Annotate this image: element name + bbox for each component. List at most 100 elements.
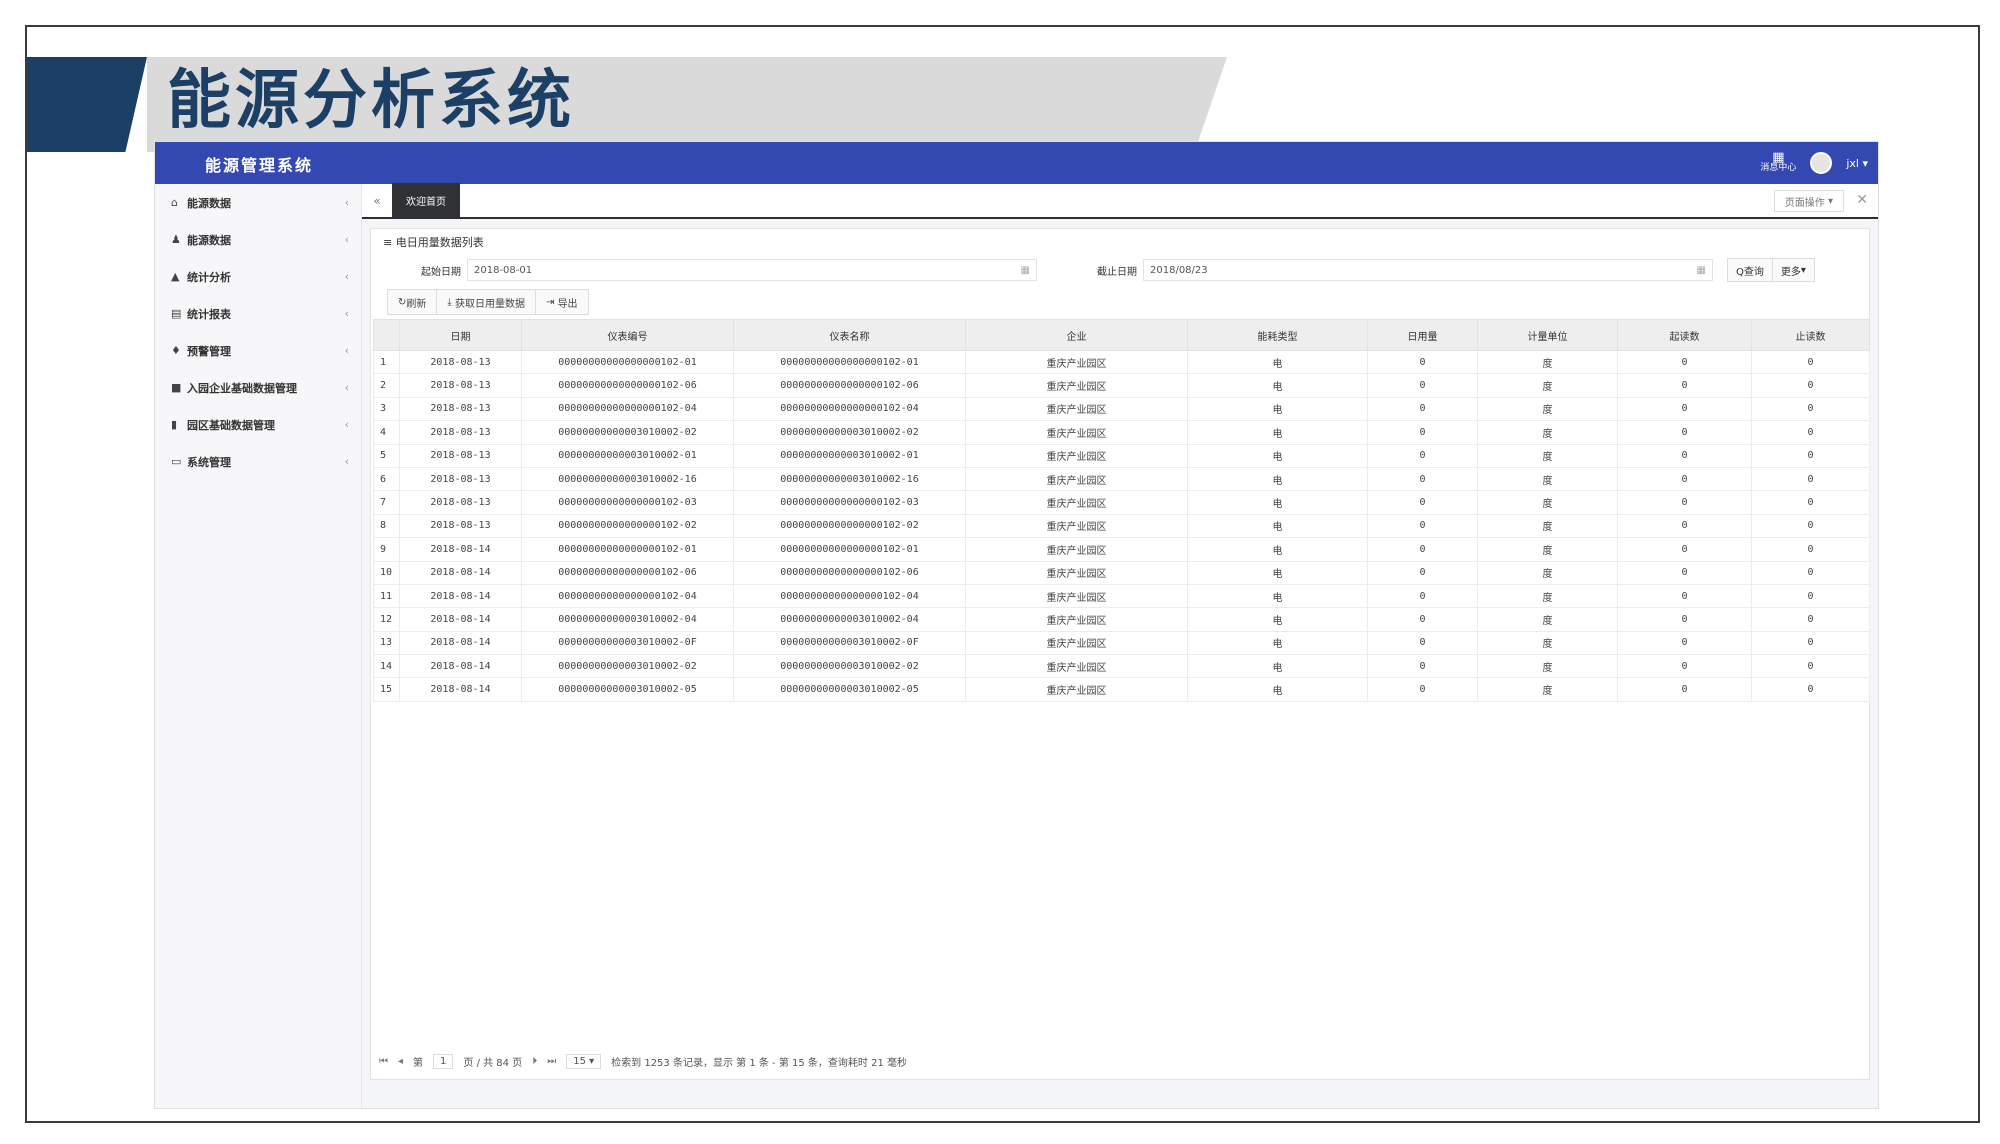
table-cell: 2018-08-13 — [399, 349, 522, 375]
column-header[interactable]: 企业 — [965, 319, 1188, 351]
column-header[interactable]: 止读数 — [1751, 319, 1870, 351]
folder-icon: ■ — [171, 381, 182, 394]
tab-scroll-left-button[interactable]: « — [362, 194, 392, 208]
sidebar-item[interactable]: ▲ 统计分析 ‹ — [155, 258, 361, 295]
table-cell: 00000000000000000102-06 — [521, 373, 734, 398]
table-cell: 重庆产业园区 — [965, 630, 1188, 656]
table-cell: 0 — [1751, 466, 1870, 492]
tab-welcome[interactable]: 欢迎首页 — [392, 183, 460, 218]
table-row[interactable]: 12 2018-08-14 00000000000003010002-04 00000… — [373, 607, 1870, 632]
sidebar-item[interactable]: ⌂ 能源数据 ‹ — [155, 184, 361, 221]
sidebar: ⌂ 能源数据 ‹ ♟ 能源数据 ‹ ▲ 统计分析 ‹ ▤ 统计报表 ‹ ♦ 预警管理 ‹ ■ 入园企业基础数据管… — [155, 184, 362, 1108]
sidebar-item[interactable]: ▤ 统计报表 ‹ — [155, 295, 361, 332]
table-cell: 0 — [1617, 607, 1752, 632]
column-header[interactable]: 仪表名称 — [733, 319, 966, 351]
sidebar-item[interactable]: ■ 入园企业基础数据管理 ‹ — [155, 369, 361, 406]
calendar-icon[interactable]: ▦ — [1697, 265, 1706, 276]
table-cell: 0 — [1617, 630, 1752, 656]
table-cell: 0 — [1751, 373, 1870, 398]
table-cell: 2 — [373, 373, 400, 398]
table-cell: 0 — [1751, 513, 1870, 539]
end-date-input[interactable]: 2018/08/23 ▦ — [1143, 259, 1713, 281]
panel-title: ≡ 电日用量数据列表 — [371, 229, 1869, 255]
table-cell: 重庆产业园区 — [965, 349, 1188, 375]
table-cell: 2018-08-13 — [399, 490, 522, 515]
chevron-left-icon: ‹ — [344, 381, 349, 394]
sidebar-item[interactable]: ▮ 园区基础数据管理 ‹ — [155, 406, 361, 443]
table-row[interactable]: 3 2018-08-13 00000000000000000102-04 000000… — [373, 396, 1870, 422]
end-date-label: 截止日期 — [1097, 266, 1137, 278]
table-row[interactable]: 15 2018-08-14 00000000000003010002-05 00000… — [373, 677, 1870, 702]
sidebar-item[interactable]: ▭ 系统管理 ‹ — [155, 443, 361, 480]
table-cell: 0 — [1751, 443, 1870, 468]
next-page-icon[interactable]: ⏵ — [532, 1056, 537, 1067]
table-row[interactable]: 9 2018-08-14 00000000000000000102-01 000000… — [373, 537, 1870, 562]
more-button[interactable]: 更多 ▾ — [1771, 258, 1815, 282]
panel-title-text: 电日用量数据列表 — [395, 236, 484, 249]
table-row[interactable]: 2 2018-08-13 00000000000000000102-06 000000… — [373, 373, 1870, 398]
table-cell: 2018-08-14 — [399, 630, 522, 656]
more-label: 更多 — [1780, 266, 1801, 278]
column-header[interactable]: 起读数 — [1617, 319, 1752, 351]
table-row[interactable]: 13 2018-08-14 00000000000003010002-0F 00000… — [373, 630, 1870, 656]
last-page-icon[interactable]: ⏭ — [547, 1056, 556, 1067]
prev-page-icon[interactable]: ◂ — [398, 1056, 403, 1067]
table-cell: 00000000000003010002-16 — [733, 466, 966, 492]
column-header[interactable] — [373, 319, 400, 351]
sidebar-item[interactable]: ♦ 预警管理 ‹ — [155, 332, 361, 369]
sidebar-item[interactable]: ♟ 能源数据 ‹ — [155, 221, 361, 258]
table-cell: 0 — [1751, 396, 1870, 422]
table-cell: 00000000000003010002-01 — [733, 443, 966, 468]
column-header[interactable]: 能耗类型 — [1187, 319, 1368, 351]
table-row[interactable]: 1 2018-08-13 00000000000000000102-01 000000… — [373, 349, 1870, 375]
table-body: 1 2018-08-13 00000000000000000102-01 000000… — [373, 349, 1870, 702]
calendar-icon[interactable]: ▦ — [1021, 265, 1030, 276]
table-cell: 0 — [1367, 396, 1478, 422]
message-center-button[interactable]: ▦ 消息中心 — [1760, 151, 1796, 173]
table-cell: 重庆产业园区 — [965, 466, 1188, 492]
page-size-select[interactable]: 15 ▾ — [566, 1053, 602, 1069]
table-row[interactable]: 5 2018-08-13 00000000000003010002-01 000000… — [373, 443, 1870, 468]
app-window: 能源管理系统 ▦ 消息中心 jxl ▾ ⌂ 能源数据 ‹ ♟ 能源数据 ‹ ▲ 统计分析 ‹ ▤ 统… — [154, 141, 1879, 1109]
first-page-icon[interactable]: ⏮ — [379, 1056, 388, 1067]
table-cell: 00000000000003010002-16 — [521, 466, 734, 492]
filter-row: 起始日期 2018-08-01 ▦ 截止日期 2018/08/23 ▦ Q查询 … — [371, 255, 1869, 285]
page-ops-dropdown[interactable]: 页面操作 ▾ — [1773, 190, 1844, 212]
fetch-daily-data-button[interactable]: ⤓ 获取日用量数据 — [436, 289, 536, 315]
table-cell: 00000000000000000102-03 — [733, 490, 966, 515]
query-button[interactable]: Q查询 — [1727, 258, 1773, 282]
table-cell: 度 — [1477, 583, 1618, 609]
toolbar: ↻ 刷新 ⤓ 获取日用量数据 ⇥ 导出 — [371, 285, 1869, 319]
table-row[interactable]: 7 2018-08-13 00000000000000000102-03 000000… — [373, 490, 1870, 515]
avatar[interactable] — [1810, 152, 1833, 174]
column-header[interactable]: 仪表编号 — [521, 319, 734, 351]
table-row[interactable]: 8 2018-08-13 00000000000000000102-02 000000… — [373, 513, 1870, 539]
page-number-input[interactable]: 1 — [433, 1053, 454, 1069]
bell-icon: ♦ — [171, 344, 181, 357]
table-row[interactable]: 6 2018-08-13 00000000000003010002-16 000000… — [373, 466, 1870, 492]
title-band-accent — [27, 57, 147, 152]
table-row[interactable]: 11 2018-08-14 00000000000000000102-04 00000… — [373, 583, 1870, 609]
table-cell: 重庆产业园区 — [965, 420, 1188, 445]
table-cell: 00000000000000000102-04 — [521, 396, 734, 422]
table-row[interactable]: 10 2018-08-14 00000000000000000102-06 00000… — [373, 560, 1870, 585]
export-button[interactable]: ⇥ 导出 — [535, 289, 589, 315]
table-cell: 0 — [1367, 349, 1478, 375]
table-row[interactable]: 14 2018-08-14 00000000000003010002-02 00000… — [373, 654, 1870, 679]
sidebar-item-label: 预警管理 — [187, 344, 231, 358]
column-header[interactable]: 日用量 — [1367, 319, 1478, 351]
table-cell: 电 — [1187, 654, 1368, 679]
table-cell: 7 — [373, 490, 400, 515]
table-row[interactable]: 4 2018-08-13 00000000000003010002-02 000000… — [373, 420, 1870, 445]
close-icon[interactable]: ✕ — [1856, 192, 1868, 208]
refresh-button[interactable]: ↻ 刷新 — [387, 289, 438, 315]
table-cell: 度 — [1477, 560, 1618, 585]
column-header[interactable]: 计量单位 — [1477, 319, 1618, 351]
table-cell: 电 — [1187, 396, 1368, 422]
table-cell: 重庆产业园区 — [965, 560, 1188, 585]
column-header[interactable]: 日期 — [399, 319, 522, 351]
sidebar-item-label: 系统管理 — [187, 455, 231, 469]
start-date-input[interactable]: 2018-08-01 ▦ — [467, 259, 1037, 281]
table-cell: 重庆产业园区 — [965, 607, 1188, 632]
user-menu[interactable]: jxl ▾ — [1846, 157, 1868, 170]
